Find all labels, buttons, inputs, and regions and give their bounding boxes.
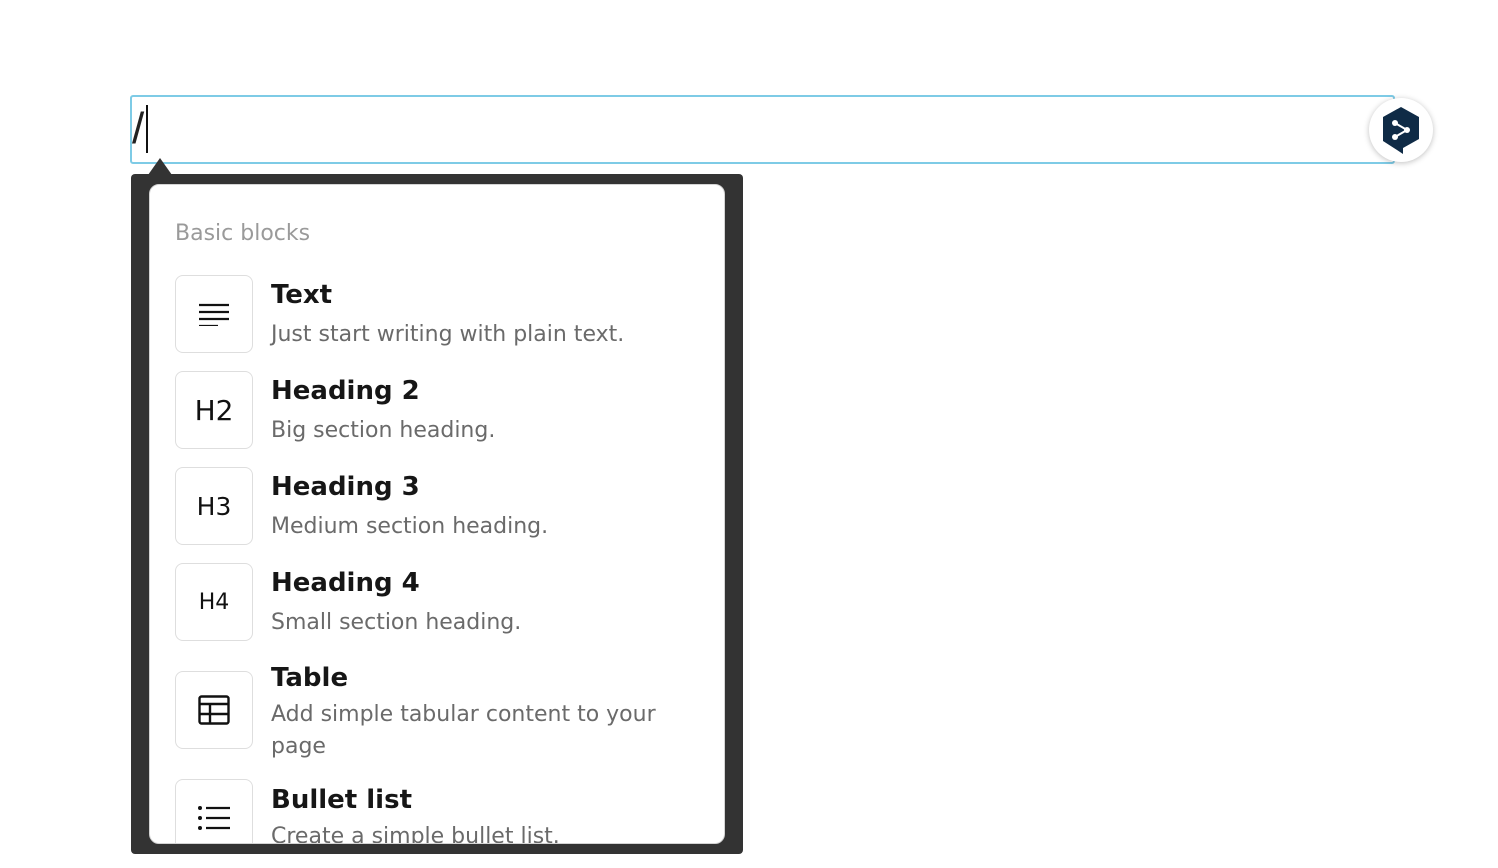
popup-pointer [148, 158, 172, 175]
bullet-list-icon [175, 779, 253, 843]
paragraph-icon [175, 275, 253, 353]
heading-2-icon-label: H2 [194, 393, 234, 427]
editor-block-input[interactable]: / [130, 95, 1395, 164]
menu-item-title: Heading 2 [271, 376, 420, 406]
heading-4-icon-label: H4 [198, 589, 230, 615]
deepl-logo-icon [1383, 107, 1419, 154]
menu-item-description: Add simple tabular content to your page [271, 702, 656, 759]
menu-item-description: Big section heading. [271, 418, 496, 443]
menu-item-description: Small section heading. [271, 610, 522, 635]
menu-item-title: Table [271, 663, 349, 693]
table-icon [175, 671, 253, 749]
menu-item-description: Just start writing with plain text. [271, 322, 625, 347]
heading-3-icon: H3 [175, 467, 253, 545]
editor-text: / [132, 104, 145, 153]
slash-command-menu: Basic blocks Text Just start writing wit… [149, 184, 725, 844]
section-title: Basic blocks [175, 221, 311, 246]
menu-item-description: Medium section heading. [271, 514, 549, 539]
menu-item-title: Bullet list [271, 785, 412, 815]
menu-item-description: Create a simple bullet list. [271, 824, 560, 844]
heading-3-icon-label: H3 [196, 491, 232, 521]
deepl-translate-button[interactable] [1369, 98, 1433, 162]
menu-item-title: Text [271, 280, 333, 310]
menu-item-title: Heading 4 [271, 568, 420, 598]
text-caret [146, 105, 148, 153]
heading-4-icon: H4 [175, 563, 253, 641]
menu-item-title: Heading 3 [271, 472, 420, 502]
heading-2-icon: H2 [175, 371, 253, 449]
